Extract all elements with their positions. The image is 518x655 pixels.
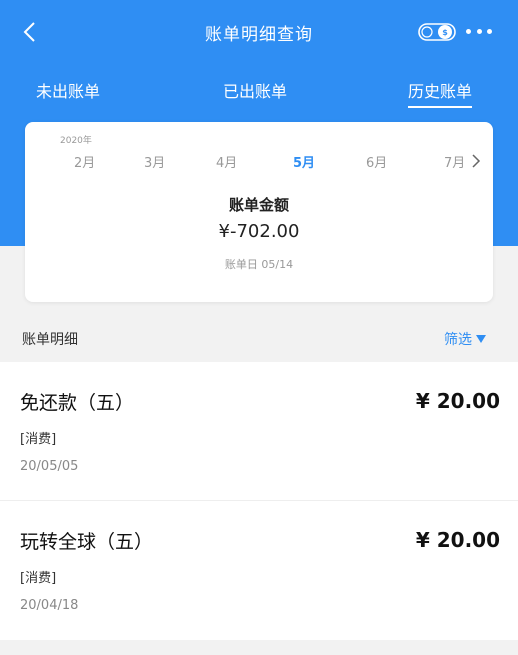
month-item[interactable]: 2月 [74,152,95,171]
transaction-name: 玩转全球（五） [20,531,154,553]
filter-label: 筛选 [444,332,472,348]
more-dot-icon [466,28,471,34]
transaction-row[interactable]: 玩转全球（五） ¥ 20.00 [消费] 20/04/18 [0,501,518,640]
year-label: 2020年 [60,136,92,146]
transaction-list: 免还款（五） ¥ 20.00 [消费] 20/05/05 玩转全球（五） ¥ 2… [0,362,518,640]
svg-text:$: $ [442,28,448,37]
transaction-tag: [消费] [20,432,57,447]
more-dot-icon [487,28,492,34]
transaction-name: 免还款（五） [20,392,135,414]
toggle-switch-icon[interactable]: $ [418,23,456,41]
bill-summary-card: 2020年 2月 3月 4月 5月 6月 7月 账单金额 ¥-702.00 账单… [25,122,493,302]
navigation-bar: 账单明细查询 $ [0,0,518,66]
details-title: 账单明细 [22,332,78,348]
transaction-row[interactable]: 免还款（五） ¥ 20.00 [消费] 20/05/05 [0,362,518,501]
amount-value: ¥-702.00 [218,221,300,242]
more-button[interactable] [466,26,492,36]
month-item[interactable]: 4月 [216,152,237,171]
chevron-right-icon[interactable] [471,154,481,168]
bill-date: 账单日 05/14 [224,258,294,271]
tab-billed[interactable]: 已出账单 [223,78,287,102]
transaction-amount: ¥ 20.00 [415,528,500,552]
month-item[interactable]: 6月 [366,152,387,171]
filter-button[interactable]: 筛选 [444,329,486,349]
details-header: 账单明细 筛选 [0,320,518,360]
caret-down-icon [476,335,486,343]
bill-tabs: 未出账单 已出账单 历史账单 [0,66,518,112]
tab-unbilled[interactable]: 未出账单 [36,78,100,102]
amount-label: 账单金额 [228,196,289,214]
month-item[interactable]: 3月 [144,152,165,171]
transaction-date: 20/04/18 [20,598,79,613]
more-dot-icon [476,28,482,34]
transaction-tag: [消费] [20,571,57,586]
transaction-date: 20/05/05 [20,459,79,474]
month-item[interactable]: 7月 [444,152,465,171]
tab-history[interactable]: 历史账单 [408,78,473,108]
month-item-selected[interactable]: 5月 [293,152,315,171]
month-selector: 2月 3月 4月 5月 6月 7月 [25,152,493,174]
transaction-amount: ¥ 20.00 [415,389,500,413]
